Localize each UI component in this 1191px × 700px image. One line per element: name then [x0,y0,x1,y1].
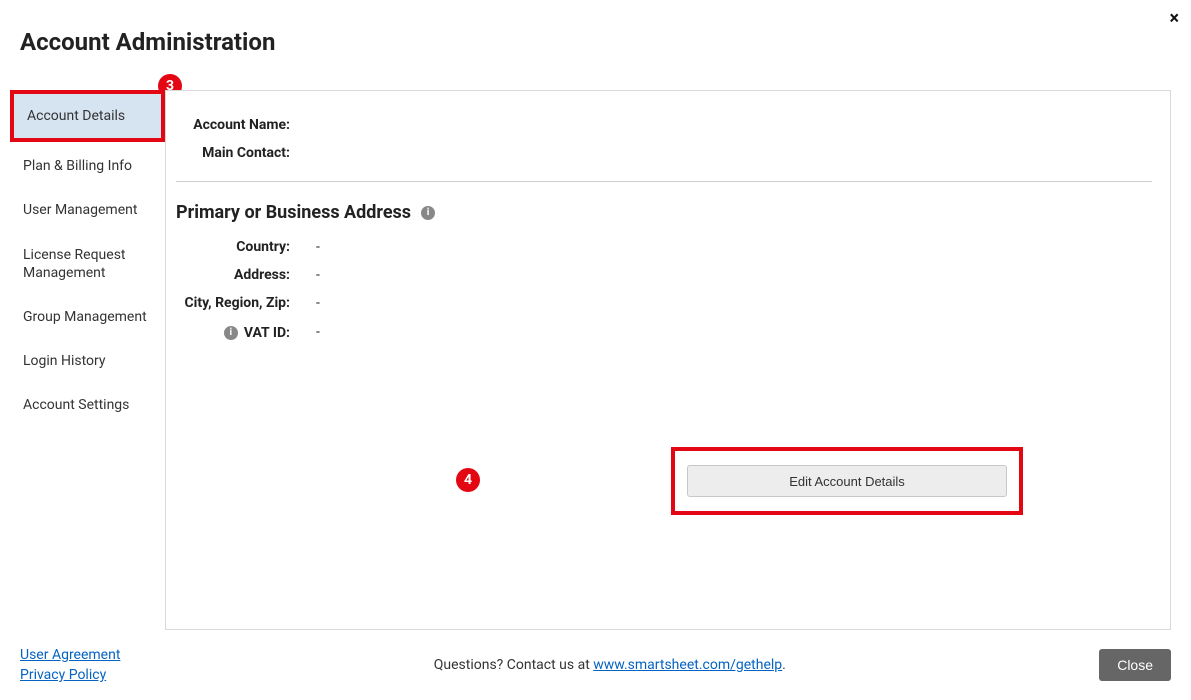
label-city-region-zip: City, Region, Zip: [176,295,296,311]
label-main-contact: Main Contact: [176,145,296,161]
label-address: Address: [176,267,296,283]
footer-questions-prefix: Questions? Contact us at [434,657,594,673]
label-vat-id: VAT ID: [244,325,290,341]
value-address: - [296,267,320,283]
section-title-address: Primary or Business Address [176,202,411,223]
label-account-name: Account Name: [176,117,296,133]
value-city-region-zip: - [296,295,320,311]
sidebar-item-plan-billing[interactable]: Plan & Billing Info [10,144,165,188]
sidebar-item-user-management[interactable]: User Management [10,188,165,232]
edit-account-details-button[interactable]: Edit Account Details [687,465,1007,497]
sidebar-item-login-history[interactable]: Login History [10,339,165,383]
sidebar-item-group-management[interactable]: Group Management [10,295,165,339]
sidebar: Account Details Plan & Billing Info User… [0,90,165,630]
link-privacy-policy[interactable]: Privacy Policy [20,667,120,683]
label-country: Country: [176,239,296,255]
info-icon-vat[interactable]: i [224,326,238,340]
sidebar-item-license-request[interactable]: License Request Management [10,233,165,295]
info-icon[interactable]: i [421,206,435,220]
footer-questions-suffix: . [782,657,786,673]
close-button[interactable]: Close [1099,649,1171,681]
value-vat-id: - [296,324,320,340]
link-user-agreement[interactable]: User Agreement [20,647,120,663]
main-panel: Account Name: Main Contact: Primary or B… [165,90,1171,630]
value-country: - [296,239,320,255]
callout-badge-4: 4 [456,468,480,492]
sidebar-item-account-details[interactable]: Account Details [14,94,161,138]
close-icon[interactable]: × [1169,8,1179,29]
divider [176,181,1152,182]
page-title: Account Administration [0,0,1191,56]
link-gethelp[interactable]: www.smartsheet.com/gethelp [593,657,782,673]
sidebar-item-account-settings[interactable]: Account Settings [10,383,165,427]
